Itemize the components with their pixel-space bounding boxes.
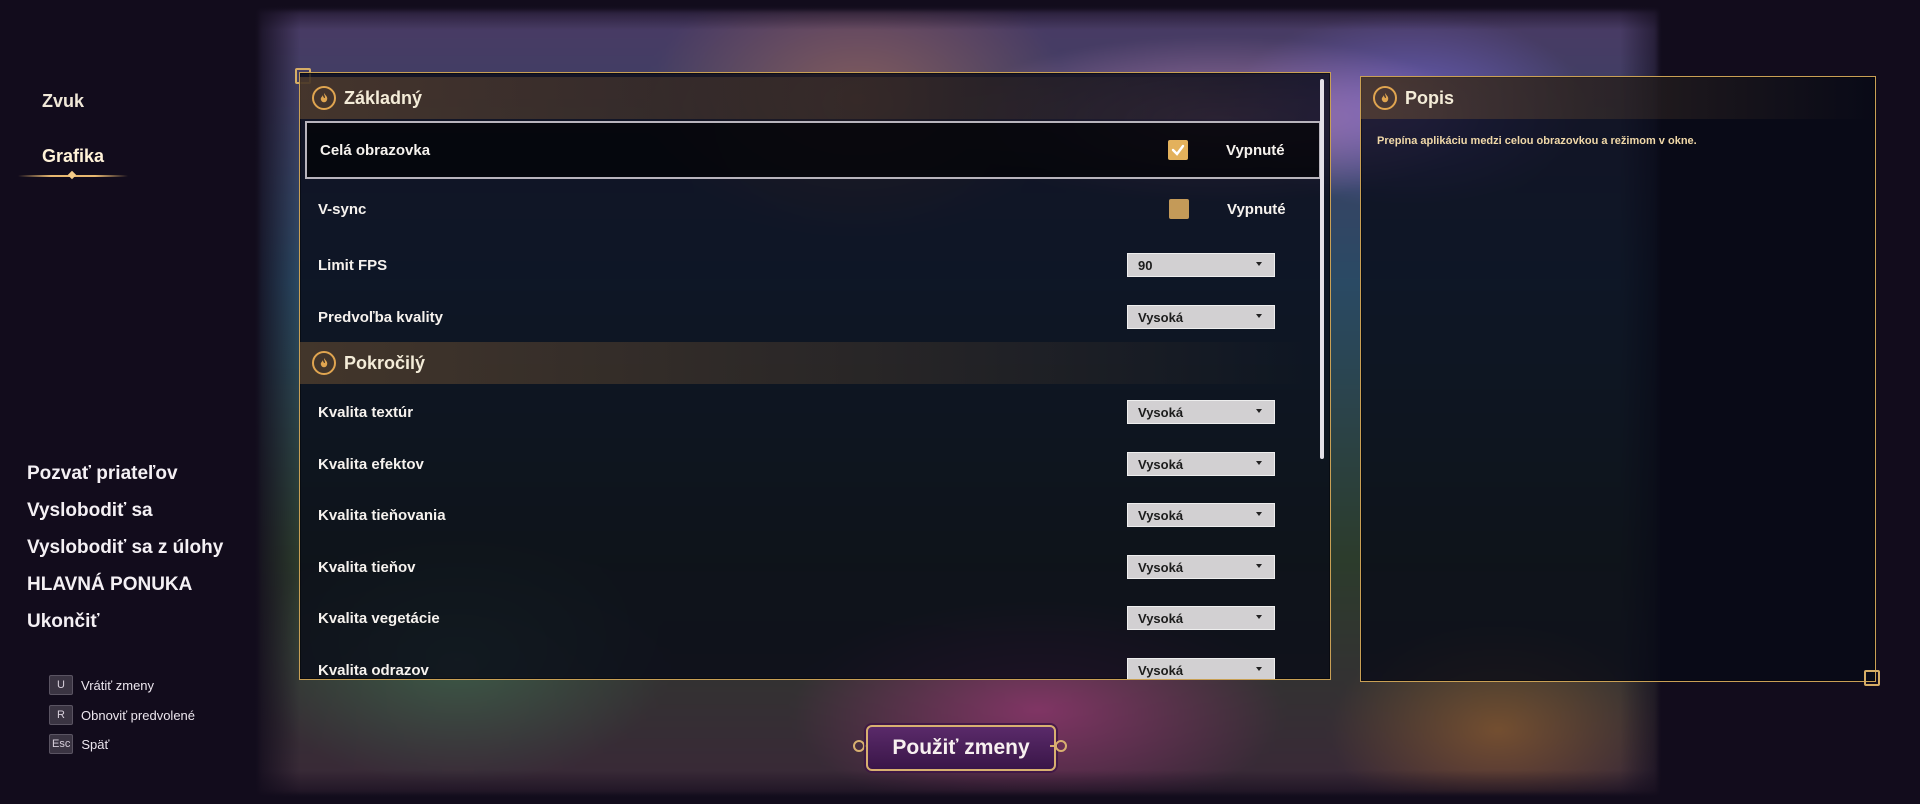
fps-limit-dropdown[interactable]: 90 — [1127, 253, 1275, 277]
setting-row-fps-limit[interactable]: Limit FPS 90 — [300, 239, 1312, 291]
quality-preset-value: Vysoká — [1138, 309, 1184, 325]
fullscreen-state: Vypnuté — [1226, 141, 1285, 159]
fps-limit-label: Limit FPS — [318, 256, 388, 274]
vsync-checkbox[interactable] — [1169, 199, 1189, 219]
hint-back-label: Späť — [81, 736, 110, 752]
vegetation-quality-label: Kvalita vegetácie — [318, 609, 440, 627]
quality-preset-label: Predvoľba kvality — [318, 308, 444, 326]
section-basic-title: Základný — [344, 87, 423, 108]
vsync-state: Vypnuté — [1227, 200, 1286, 218]
description-title: Popis — [1405, 87, 1455, 108]
hint-revert-label: Vrátiť zmeny — [81, 677, 155, 693]
shadow-quality-value: Vysoká — [1138, 559, 1184, 575]
setting-row-effects-quality[interactable]: Kvalita efektov Vysoká — [300, 438, 1312, 490]
setting-row-quality-preset[interactable]: Predvoľba kvality Vysoká — [300, 291, 1312, 343]
hint-restore-label: Obnoviť predvolené — [81, 707, 196, 723]
chevron-down-icon — [1256, 564, 1262, 568]
fps-limit-value: 90 — [1138, 257, 1153, 273]
flame-icon — [1373, 86, 1397, 110]
effects-quality-label: Kvalita efektov — [318, 455, 424, 473]
key-r: R — [49, 705, 73, 725]
tab-sound[interactable]: Zvuk — [42, 91, 84, 112]
effects-quality-value: Vysoká — [1138, 456, 1184, 472]
settings-scrollbar[interactable] — [1320, 79, 1324, 459]
chevron-down-icon — [1256, 314, 1262, 318]
menu-main-menu[interactable]: HLAVNÁ PONUKA — [27, 574, 192, 596]
panel-corner-ornament — [1864, 670, 1880, 686]
fullscreen-label: Celá obrazovka — [320, 141, 431, 159]
apply-changes-button[interactable]: Použiť zmeny — [866, 725, 1056, 771]
setting-row-shading-quality[interactable]: Kvalita tieňovania Vysoká — [300, 489, 1312, 541]
menu-quit[interactable]: Ukončiť — [27, 611, 99, 633]
description-panel: Popis Prepína aplikáciu medzi celou obra… — [1360, 76, 1876, 682]
chevron-down-icon — [1256, 615, 1262, 619]
tab-graphics[interactable]: Grafika — [42, 146, 104, 167]
shading-quality-value: Vysoká — [1138, 507, 1184, 523]
shadow-quality-label: Kvalita tieňov — [318, 558, 416, 576]
menu-unstuck-quest[interactable]: Vyslobodiť sa z úlohy — [27, 537, 223, 559]
shading-quality-dropdown[interactable]: Vysoká — [1127, 503, 1275, 527]
quality-preset-dropdown[interactable]: Vysoká — [1127, 305, 1275, 329]
graphics-settings-panel: Základný Celá obrazovka Vypnuté V-sync V… — [299, 72, 1331, 680]
shadow-quality-dropdown[interactable]: Vysoká — [1127, 555, 1275, 579]
vegetation-quality-dropdown[interactable]: Vysoká — [1127, 606, 1275, 630]
vsync-label: V-sync — [318, 200, 367, 218]
setting-row-vsync[interactable]: V-sync Vypnuté — [300, 183, 1312, 235]
hint-revert[interactable]: U Vrátiť zmeny — [49, 675, 154, 695]
ornament-right-icon — [1050, 740, 1067, 752]
flame-icon — [312, 86, 336, 110]
key-esc: Esc — [49, 734, 74, 754]
chevron-down-icon — [1256, 409, 1262, 413]
menu-invite-friends[interactable]: Pozvať priateľov — [27, 463, 178, 485]
flame-icon — [312, 351, 336, 375]
setting-row-vegetation-quality[interactable]: Kvalita vegetácie Vysoká — [300, 592, 1312, 644]
setting-row-texture-quality[interactable]: Kvalita textúr Vysoká — [300, 386, 1312, 438]
texture-quality-dropdown[interactable]: Vysoká — [1127, 400, 1275, 424]
chevron-down-icon — [1256, 667, 1262, 671]
fullscreen-checkbox[interactable] — [1168, 140, 1188, 160]
hint-back[interactable]: Esc Späť — [49, 734, 109, 754]
chevron-down-icon — [1256, 512, 1262, 516]
section-advanced-title: Pokročilý — [344, 352, 426, 373]
chevron-down-icon — [1256, 461, 1262, 465]
reflection-quality-value: Vysoká — [1138, 662, 1184, 678]
texture-quality-value: Vysoká — [1138, 404, 1184, 420]
chevron-down-icon — [1256, 262, 1262, 266]
description-header: Popis — [1361, 77, 1873, 119]
effects-quality-dropdown[interactable]: Vysoká — [1127, 452, 1275, 476]
apply-changes-label: Použiť zmeny — [892, 736, 1030, 759]
hint-restore-defaults[interactable]: R Obnoviť predvolené — [49, 705, 195, 725]
reflection-quality-label: Kvalita odrazov — [318, 661, 429, 679]
setting-row-fullscreen[interactable]: Celá obrazovka Vypnuté — [305, 121, 1321, 179]
description-text: Prepína aplikáciu medzi celou obrazovkou… — [1377, 135, 1697, 147]
reflection-quality-dropdown[interactable]: Vysoká — [1127, 658, 1275, 679]
vegetation-quality-value: Vysoká — [1138, 610, 1184, 626]
key-u: U — [49, 675, 73, 695]
active-tab-underline — [18, 170, 128, 180]
section-basic-header: Základný — [300, 77, 1312, 119]
texture-quality-label: Kvalita textúr — [318, 403, 414, 421]
shading-quality-label: Kvalita tieňovania — [318, 506, 446, 524]
section-advanced-header: Pokročilý — [300, 342, 1312, 384]
setting-row-reflection-quality[interactable]: Kvalita odrazov Vysoká — [300, 644, 1312, 679]
setting-row-shadow-quality[interactable]: Kvalita tieňov Vysoká — [300, 541, 1312, 593]
menu-unstuck[interactable]: Vyslobodiť sa — [27, 500, 153, 522]
